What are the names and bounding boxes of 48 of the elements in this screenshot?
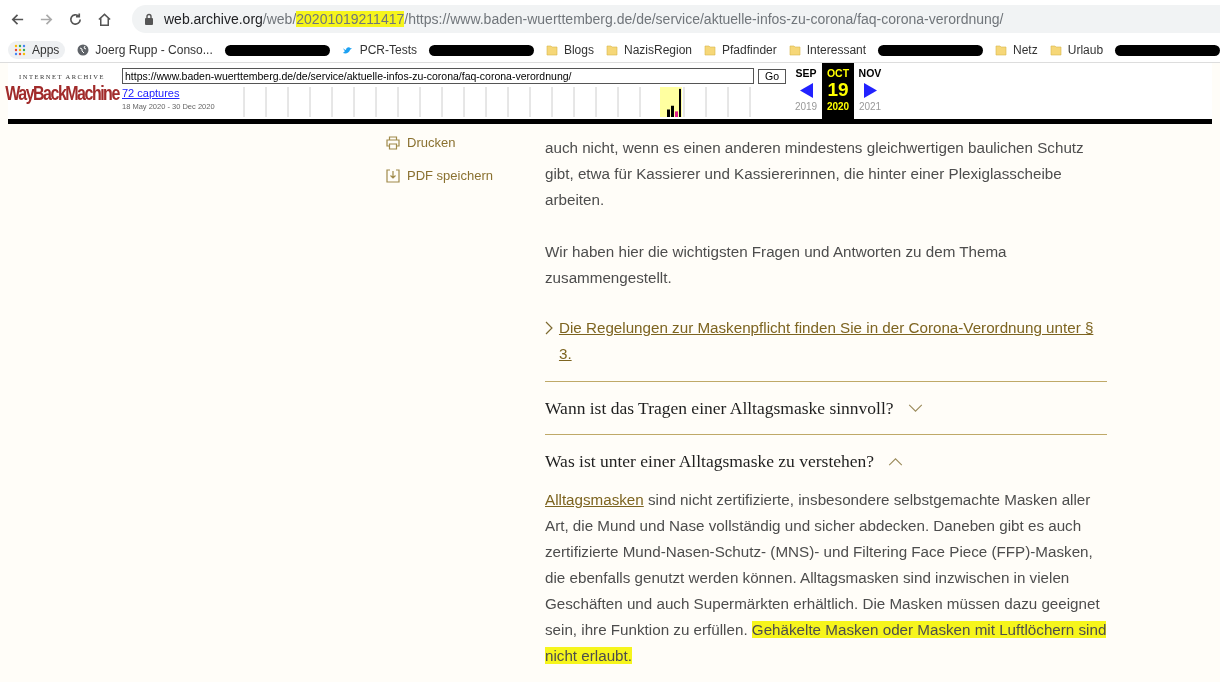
bird-icon <box>341 44 354 56</box>
folder-icon <box>788 44 801 56</box>
bookmark[interactable]: Apps <box>8 41 66 59</box>
reload-icon[interactable] <box>68 11 83 27</box>
folder-icon <box>545 44 558 56</box>
answer-paragraph: Alltagsmasken sind nicht zertifizierte, insbesondere selbstgemachte Masken aller Art, die Mund und Nase vollständig und sicher abdecken. Daneben gibt es auch zertifizierte Mund-Nasen-Schutz- (MNS)- und Filtering Face Piece (FFP)-Masken, die ebenfalls genutzt werden können. Alltagsmasken sind inzwischen in vielen Geschäften und auch Supermärkten erhältlich. Die Masken müssen dazu geeignet sein, ihre Funktion zu erfüllen. Gehäkelte Masken oder Masken mit Luftlöchern sind nicht erlaubt. <box>545 490 1107 666</box>
year-label: 2021 <box>858 101 882 112</box>
page-action-link[interactable]: Drucken <box>386 135 545 150</box>
bookmark[interactable]: PCR-Tests <box>341 43 418 57</box>
previous-arrow-icon[interactable] <box>799 83 813 98</box>
bookmark[interactable]: Pfadfinder <box>704 43 777 57</box>
wayback-logo[interactable]: WayBackMachine <box>5 81 119 105</box>
folder-icon <box>704 44 717 56</box>
bookmark[interactable]: Urlaub <box>1049 43 1104 57</box>
month-label: OCT <box>826 67 850 79</box>
bookmark[interactable]: NazisRegion <box>606 43 693 57</box>
download-icon <box>386 168 400 183</box>
faq-question[interactable]: Wann ist das Tragen einer Alltagsmaske sinnvoll? <box>545 382 1107 434</box>
page-action-link[interactable]: PDF speichern <box>386 168 545 183</box>
go-button[interactable]: Go <box>758 68 786 84</box>
url-input[interactable]: https://www.baden-wuerttemberg.de/de/service/aktuelle-infos-zu-corona/faq-corona-verordnung/ <box>122 68 754 84</box>
chevron-right-icon <box>545 321 553 335</box>
day-number: 19 <box>827 79 849 101</box>
question-text: Wann ist das Tragen einer Alltagsmaske sinnvoll? <box>545 397 894 419</box>
bookmark[interactable]: Joerg Rupp - Conso... <box>77 43 213 57</box>
folder-icon <box>606 44 618 56</box>
next-arrow-icon[interactable] <box>863 83 877 98</box>
apps-grid-icon <box>14 44 26 56</box>
bookmark[interactable]: Blogs <box>545 43 594 57</box>
glossary-link[interactable]: Alltagsmasken <box>545 491 644 508</box>
lock-icon <box>144 13 154 25</box>
month-label[interactable]: SEP <box>795 67 817 79</box>
month-label[interactable]: NOV <box>858 67 882 79</box>
regulation-link[interactable]: Die Regelungen zur Maskenpflicht finden Sie in der Corona-Verordnung unter § 3. <box>558 315 1107 367</box>
printer-icon <box>386 135 400 150</box>
home-icon[interactable] <box>97 11 112 27</box>
body-paragraph: Wir haben hier die wichtigsten Fragen und Antworten zu dem Thema zusammengestellt. <box>545 242 1008 288</box>
captures-link[interactable]: 72 captures <box>122 87 222 99</box>
year-label: 2019 <box>794 101 818 112</box>
year-label: 2020 <box>826 101 850 112</box>
folder-icon <box>995 44 1008 56</box>
folder-icon <box>1049 44 1062 56</box>
bookmark[interactable]: Netz <box>995 43 1038 57</box>
body-paragraph: auch nicht, wenn es einen anderen mindestens gleichwertigen baulichen Schutz gibt, etwa für Kassierer und Kassiererinnen, die hinter einer Plexiglasscheibe arbeiten. <box>545 138 1085 210</box>
faq-question[interactable]: Was ist unter einer Alltagsmaske zu verstehen? <box>545 435 1107 487</box>
bookmark[interactable]: Interessant <box>788 43 867 57</box>
globe-icon <box>77 44 90 56</box>
question-text: Was ist unter einer Alltagsmaske zu verstehen? <box>545 450 875 472</box>
